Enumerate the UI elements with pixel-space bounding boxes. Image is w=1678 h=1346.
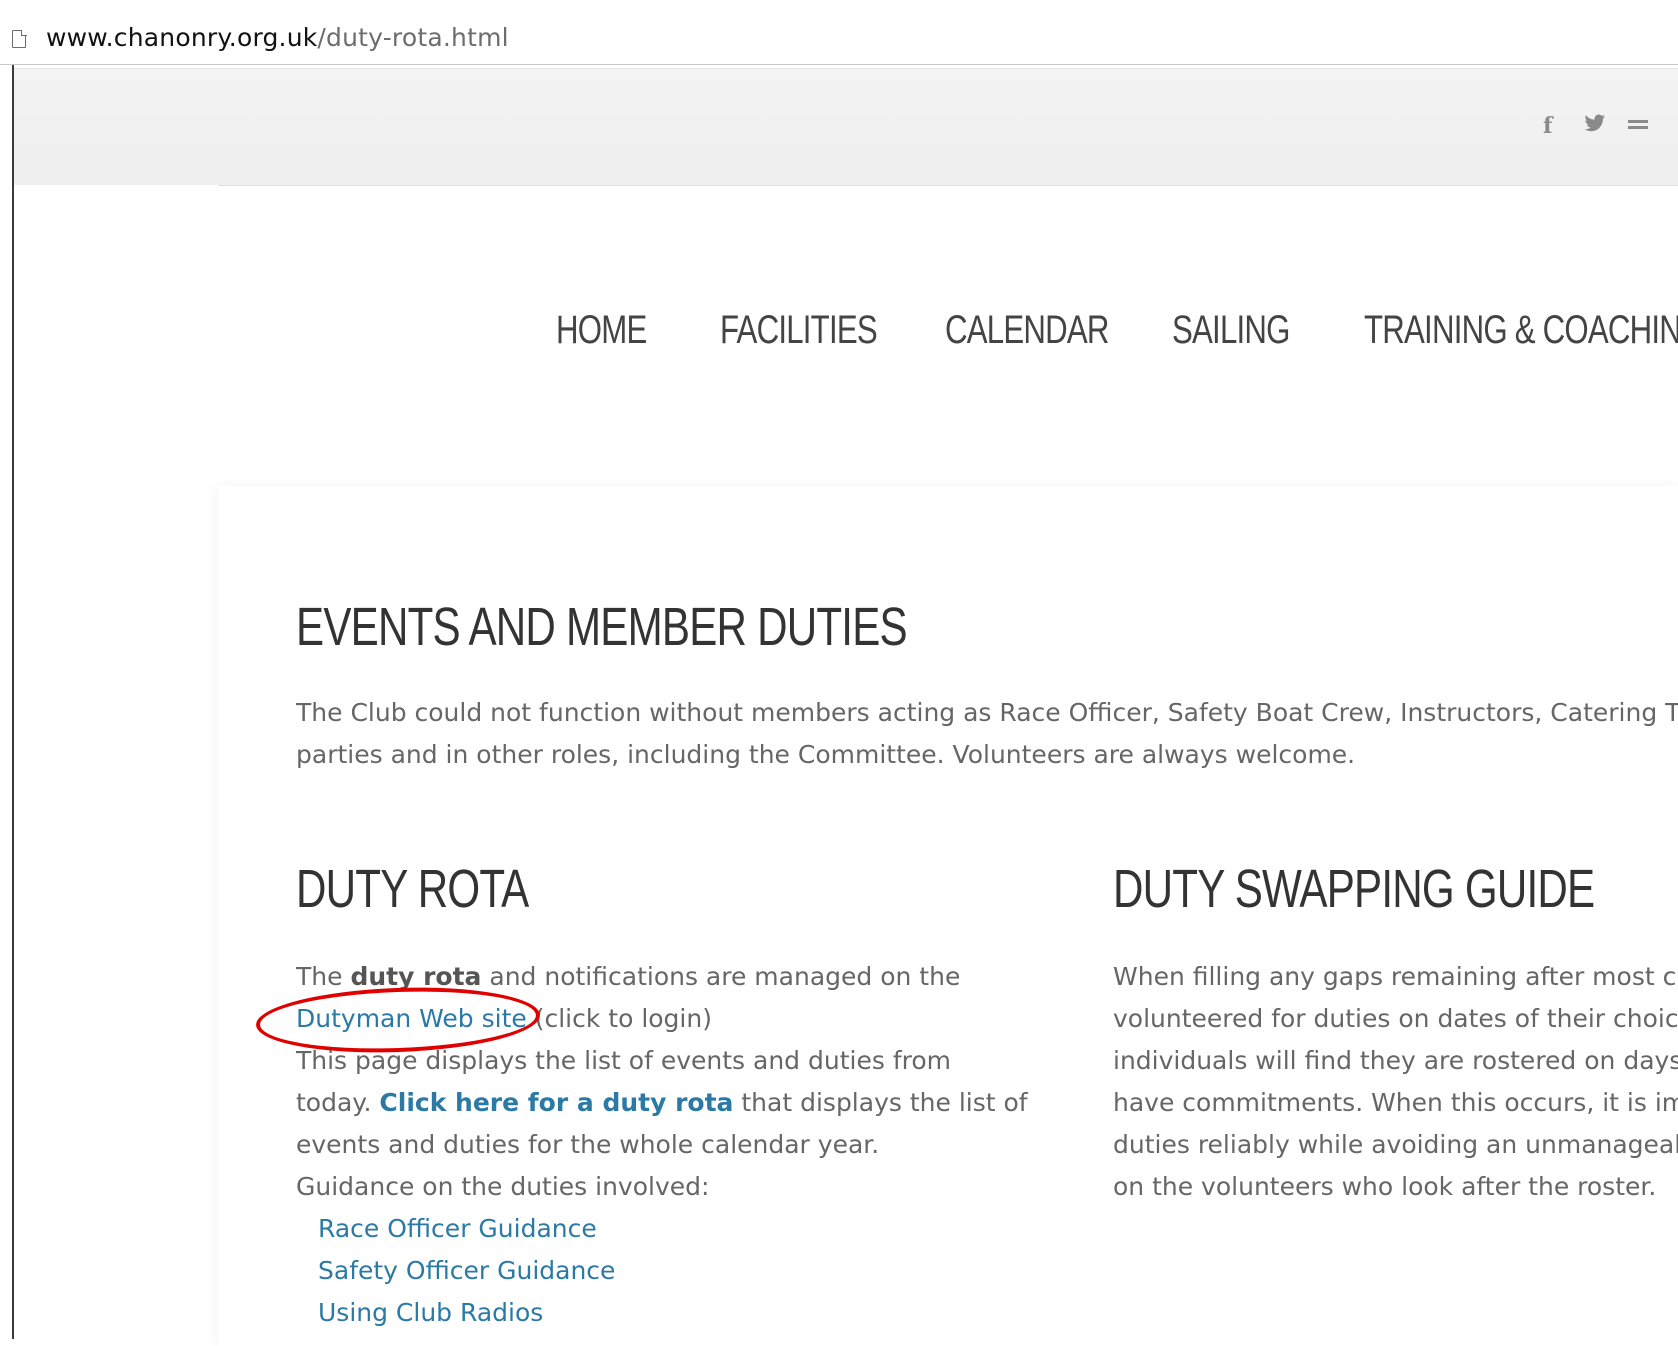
guide-safety-officer[interactable]: Safety Officer Guidance [296,1250,1028,1292]
swap-line-6: on the volunteers who look after the ros… [1113,1172,1657,1201]
nav-home[interactable]: HOME [556,308,647,353]
duty-line-6: Guidance on the duties involved: [296,1172,710,1201]
duty-line-1-pre: The [296,962,351,991]
url-path: /duty-rota.html [317,23,509,52]
events-intro: The Club could not function without memb… [296,692,1678,776]
twitter-icon[interactable] [1584,113,1606,137]
guide-race-officer[interactable]: Race Officer Guidance [296,1208,1028,1250]
top-bar [14,68,1678,186]
duty-line-4-pre: today. [296,1088,380,1117]
duty-rota-heading: DUTY ROTA [296,859,529,919]
guide-club-radios[interactable]: Using Club Radios [296,1292,1028,1334]
nav-facilities[interactable]: FACILITIES [720,308,878,353]
club-radios-link[interactable]: Using Club Radios [296,1292,543,1334]
url-domain: www.chanonry.org.uk [46,23,318,52]
swap-line-3: individuals will find they are rostered … [1113,1046,1678,1075]
race-officer-guidance-link[interactable]: Race Officer Guidance [296,1208,597,1250]
page-side-area [14,185,218,1345]
duty-line-4: today. Click here for a duty rota that d… [296,1082,1028,1124]
events-line-1: The Club could not function without memb… [296,698,1678,727]
duty-line-4-post: that displays the list of [733,1088,1028,1117]
duty-line-5: events and duties for the whole calendar… [296,1130,880,1159]
events-line-2: parties and in other roles, including th… [296,740,1356,769]
url-text[interactable]: www.chanonry.org.uk/duty-rota.html [46,23,509,52]
address-bar[interactable]: www.chanonry.org.uk/duty-rota.html [0,0,1678,65]
duty-swapping-text: When filling any gaps remaining after mo… [1113,956,1678,1208]
safety-officer-guidance-link[interactable]: Safety Officer Guidance [296,1250,615,1292]
nav-sailing[interactable]: SAILING [1172,308,1290,353]
email-icon[interactable] [1628,112,1648,137]
swap-line-4: have commitments. When this occurs, it i… [1113,1088,1678,1117]
facebook-icon[interactable]: f [1543,113,1552,139]
swap-line-1: When filling any gaps remaining after mo… [1113,962,1678,991]
swap-line-5: duties reliably while avoiding an unmana… [1113,1130,1678,1159]
duty-swapping-heading: DUTY SWAPPING GUIDE [1113,859,1595,919]
full-year-rota-link[interactable]: Click here for a duty rota [379,1088,733,1117]
nav-calendar[interactable]: CALENDAR [945,308,1109,353]
nav-training-coaching[interactable]: TRAINING & COACHING [1364,308,1678,353]
swap-line-2: volunteered for duties on dates of their… [1113,1004,1678,1033]
duty-line-1-post: and notifications are managed on the [481,962,961,991]
events-heading: EVENTS AND MEMBER DUTIES [296,597,908,657]
duty-line-2-post: (click to login) [526,1004,712,1033]
page-icon [12,29,27,48]
